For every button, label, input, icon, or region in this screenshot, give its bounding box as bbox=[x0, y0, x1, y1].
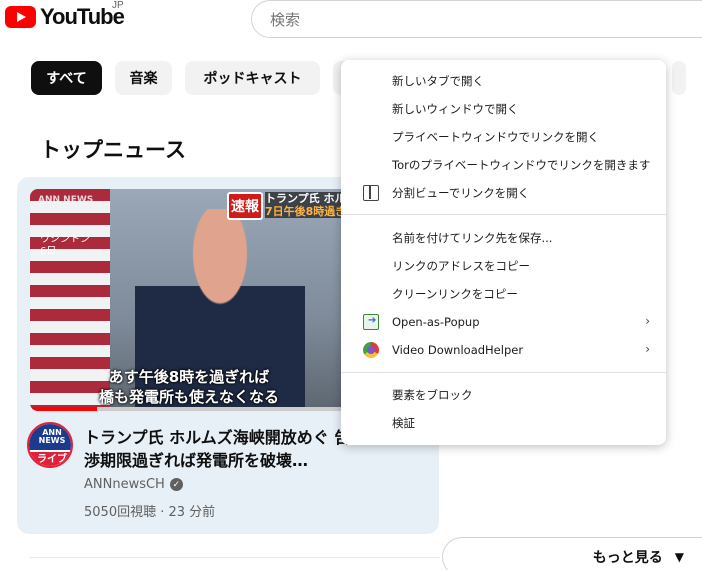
video-meta: 5050回視聴 · 23 分前 bbox=[84, 505, 216, 520]
chevron-down-icon: ▼ bbox=[674, 550, 684, 564]
popup-extension-icon bbox=[363, 314, 379, 330]
menu-separator bbox=[341, 214, 666, 215]
menu-item-label: Open-as-Popup bbox=[392, 315, 480, 329]
thumb-caption-line2: 橋も発電所も使えなくなる bbox=[98, 388, 279, 406]
youtube-play-icon bbox=[5, 6, 36, 28]
avatar-logo-text: ANN NEWS bbox=[29, 424, 71, 450]
menu-item-label: リンクのアドレスをコピー bbox=[392, 259, 530, 273]
menu-open-as-popup[interactable]: Open-as-Popup › bbox=[341, 308, 666, 336]
thumb-location-city: ワシントン bbox=[40, 234, 90, 245]
chip-all[interactable]: すべて bbox=[31, 61, 102, 95]
menu-open-new-tab[interactable]: 新しいタブで開く bbox=[341, 67, 666, 95]
menu-item-label: 新しいウィンドウで開く bbox=[392, 102, 519, 116]
video-title[interactable]: トランプ氏 ホルムズ海峡開放めぐ 告 交渉期限過ぎれば発電所を破壊… bbox=[84, 426, 384, 472]
chip-label: 音楽 bbox=[129, 71, 158, 87]
breaking-badge: 速報 bbox=[227, 192, 263, 220]
thumb-watermark: ANN NEWS bbox=[38, 195, 94, 205]
menu-open-tor-window[interactable]: Torのプライベートウィンドウでリンクを開きます bbox=[341, 151, 666, 179]
thumb-caption: あす午後8時を過ぎれば 橋も発電所も使えなくなる bbox=[30, 367, 348, 407]
menu-open-split-view[interactable]: 分割ビューでリンクを開く bbox=[341, 179, 666, 207]
video-downloadhelper-icon bbox=[363, 342, 379, 358]
menu-item-label: 分割ビューでリンクを開く bbox=[392, 186, 530, 200]
youtube-page: YouTube JP 検索 すべて 音楽 ポッドキャスト トップニュース ANN… bbox=[0, 0, 702, 570]
section-title: トップニュース bbox=[40, 138, 186, 162]
chip-next[interactable] bbox=[672, 61, 686, 95]
watch-progress-bar bbox=[30, 407, 348, 411]
menu-video-downloadhelper[interactable]: Video DownloadHelper › bbox=[341, 336, 666, 364]
thumb-caption-line1: あす午後8時を過ぎれば bbox=[108, 368, 270, 386]
submenu-chevron-icon: › bbox=[645, 342, 650, 356]
chip-label: ポッドキャスト bbox=[203, 71, 302, 87]
section-divider bbox=[30, 557, 440, 558]
menu-block-element[interactable]: 要素をブロック bbox=[341, 381, 666, 409]
menu-item-label: Video DownloadHelper bbox=[392, 343, 524, 357]
split-view-icon bbox=[363, 185, 379, 201]
avatar-live-badge: ライブ bbox=[29, 452, 71, 466]
watch-progress-fill bbox=[30, 407, 97, 411]
thumb-headline-line1: トランプ氏 ホルム bbox=[265, 192, 348, 205]
thumb-headline-line2: 7日午後8時過ぎ bbox=[265, 205, 348, 218]
chip-label: すべて bbox=[46, 71, 87, 87]
chip-podcast[interactable]: ポッドキャスト bbox=[185, 61, 320, 95]
menu-item-label: 検証 bbox=[392, 416, 415, 430]
youtube-logo[interactable]: YouTube bbox=[5, 2, 125, 32]
menu-item-label: クリーンリンクをコピー bbox=[392, 287, 518, 301]
thumb-location: ワシントン 6日 bbox=[40, 234, 90, 258]
channel-name[interactable]: ANNnewsCH bbox=[84, 477, 165, 492]
menu-item-label: プライベートウィンドウでリンクを開く bbox=[392, 130, 599, 144]
menu-copy-clean-link[interactable]: クリーンリンクをコピー bbox=[341, 280, 666, 308]
country-code: JP bbox=[112, 0, 124, 11]
thumb-headline-line2-text: 7日午後8時過ぎ bbox=[265, 205, 347, 218]
menu-open-private-window[interactable]: プライベートウィンドウでリンクを開く bbox=[341, 123, 666, 151]
menu-copy-link[interactable]: リンクのアドレスをコピー bbox=[341, 252, 666, 280]
menu-save-link-as[interactable]: 名前を付けてリンク先を保存... bbox=[341, 224, 666, 252]
checkmark-icon: ✓ bbox=[169, 478, 183, 491]
submenu-chevron-icon: › bbox=[645, 314, 650, 328]
context-menu: 新しいタブで開く 新しいウィンドウで開く プライベートウィンドウでリンクを開く … bbox=[341, 60, 666, 445]
menu-item-label: Torのプライベートウィンドウでリンクを開きます bbox=[392, 158, 651, 172]
show-more-button[interactable]: もっと見る ▼ bbox=[442, 537, 702, 570]
menu-open-new-window[interactable]: 新しいウィンドウで開く bbox=[341, 95, 666, 123]
chip-music[interactable]: 音楽 bbox=[115, 61, 172, 95]
menu-item-label: 名前を付けてリンク先を保存... bbox=[392, 231, 553, 245]
video-thumbnail[interactable]: ANN NEWS ワシントン 6日 速報 トランプ氏 ホルム 7日午後8時過ぎ … bbox=[30, 189, 348, 411]
menu-item-label: 要素をブロック bbox=[392, 388, 473, 402]
menu-separator bbox=[341, 372, 666, 373]
channel-avatar[interactable]: ANN NEWS ライブ bbox=[27, 422, 73, 468]
show-more-label: もっと見る bbox=[592, 550, 663, 566]
thumb-headline: トランプ氏 ホルム 7日午後8時過ぎ bbox=[265, 192, 348, 218]
channel-name-row[interactable]: ANNnewsCH ✓ bbox=[84, 477, 183, 492]
search-input[interactable]: 検索 bbox=[251, 0, 702, 38]
thumb-location-date: 6日 bbox=[40, 246, 57, 257]
search-placeholder: 検索 bbox=[270, 10, 301, 29]
menu-item-label: 新しいタブで開く bbox=[392, 74, 484, 88]
menu-inspect[interactable]: 検証 bbox=[341, 409, 666, 437]
